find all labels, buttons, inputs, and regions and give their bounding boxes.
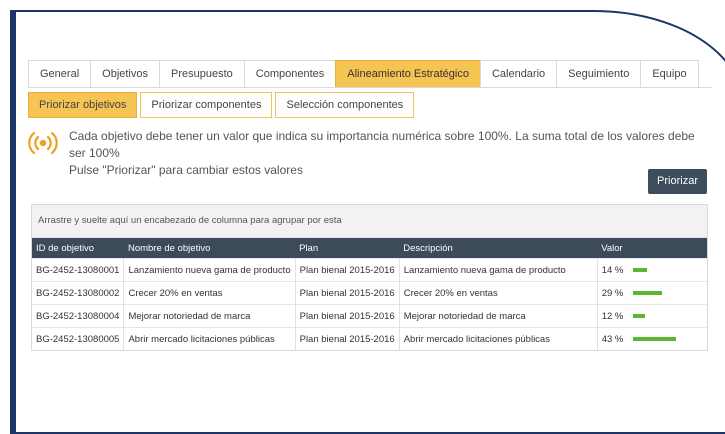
cell-plan: Plan bienal 2015-2016 (295, 258, 400, 282)
tab-calendario[interactable]: Calendario (479, 60, 558, 87)
tab-general[interactable]: General (28, 60, 92, 87)
tab-alineamiento-estrategico[interactable]: Alineamiento Estratégico (335, 60, 481, 87)
value-bar (632, 268, 647, 272)
cell-valor: 14 % (597, 258, 707, 282)
cell-descripcion: Crecer 20% en ventas (399, 281, 598, 305)
column-header-descripcion[interactable]: Descripción (399, 238, 598, 259)
cell-id: BG-2452-13080001 (32, 258, 125, 282)
subtab-priorizar-componentes[interactable]: Priorizar componentes (140, 92, 273, 118)
cell-descripcion: Mejorar notoriedad de marca (399, 304, 598, 328)
table-header-row: ID de objetivo Nombre de objetivo Plan D… (32, 238, 707, 259)
tab-objetivos[interactable]: Objetivos (90, 60, 160, 87)
cell-nombre: Mejorar notoriedad de marca (123, 304, 296, 328)
subtab-seleccion-componentes[interactable]: Selección componentes (275, 92, 415, 118)
app-frame: General Objetivos Presupuesto Componente… (0, 0, 725, 434)
cell-nombre: Lanzamiento nueva gama de producto (123, 258, 296, 282)
action-row: Priorizar (28, 169, 712, 199)
value-text: 43 % (601, 333, 624, 345)
cell-id: BG-2452-13080005 (32, 327, 125, 350)
table-row[interactable]: BG-2452-13080002 Crecer 20% en ventas Pl… (32, 281, 707, 305)
cell-valor: 43 % (597, 327, 707, 350)
info-message: Cada objetivo debe tener un valor que in… (28, 126, 712, 177)
column-header-valor[interactable]: Valor (597, 238, 707, 259)
main-tabs: General Objetivos Presupuesto Componente… (28, 60, 712, 88)
table-row[interactable]: BG-2452-13080001 Lanzamiento nueva gama … (32, 258, 707, 282)
cell-nombre: Abrir mercado licitaciones públicas (123, 327, 296, 350)
tab-componentes[interactable]: Componentes (243, 60, 337, 87)
group-drop-area[interactable]: Arrastre y suelte aquí un encabezado de … (32, 205, 707, 238)
column-header-plan[interactable]: Plan (295, 238, 400, 259)
content-area: General Objetivos Presupuesto Componente… (28, 60, 712, 351)
value-text: 29 % (601, 287, 624, 299)
tab-seguimiento[interactable]: Seguimiento (556, 60, 642, 87)
value-bar (632, 337, 676, 341)
cell-plan: Plan bienal 2015-2016 (295, 327, 400, 350)
cell-valor: 12 % (597, 304, 707, 328)
column-header-nombre[interactable]: Nombre de objetivo (123, 238, 296, 259)
subtab-priorizar-objetivos[interactable]: Priorizar objetivos (28, 92, 138, 118)
value-bar (632, 314, 645, 318)
tab-equipo[interactable]: Equipo (640, 60, 699, 87)
sub-tabs: Priorizar objetivos Priorizar componente… (28, 92, 712, 118)
priorizar-button[interactable]: Priorizar (648, 169, 707, 194)
cell-id: BG-2452-13080004 (32, 304, 125, 328)
cell-plan: Plan bienal 2015-2016 (295, 304, 400, 328)
objectives-table: ID de objetivo Nombre de objetivo Plan D… (32, 238, 707, 350)
cell-id: BG-2452-13080002 (32, 281, 125, 305)
cell-plan: Plan bienal 2015-2016 (295, 281, 400, 305)
table-row[interactable]: BG-2452-13080004 Mejorar notoriedad de m… (32, 304, 707, 328)
column-header-id[interactable]: ID de objetivo (32, 238, 124, 259)
objectives-grid: Arrastre y suelte aquí un encabezado de … (31, 204, 708, 351)
cell-descripcion: Lanzamiento nueva gama de producto (399, 258, 598, 282)
cell-valor: 29 % (597, 281, 707, 305)
value-bar (632, 291, 662, 295)
cell-descripcion: Abrir mercado licitaciones públicas (399, 327, 598, 350)
cell-nombre: Crecer 20% en ventas (123, 281, 296, 305)
tab-presupuesto[interactable]: Presupuesto (159, 60, 245, 87)
broadcast-icon (28, 131, 58, 155)
value-text: 14 % (601, 264, 624, 276)
table-row[interactable]: BG-2452-13080005 Abrir mercado licitacio… (32, 327, 707, 350)
info-line-1: Cada objetivo debe tener un valor que in… (69, 129, 695, 160)
value-text: 12 % (601, 310, 624, 322)
